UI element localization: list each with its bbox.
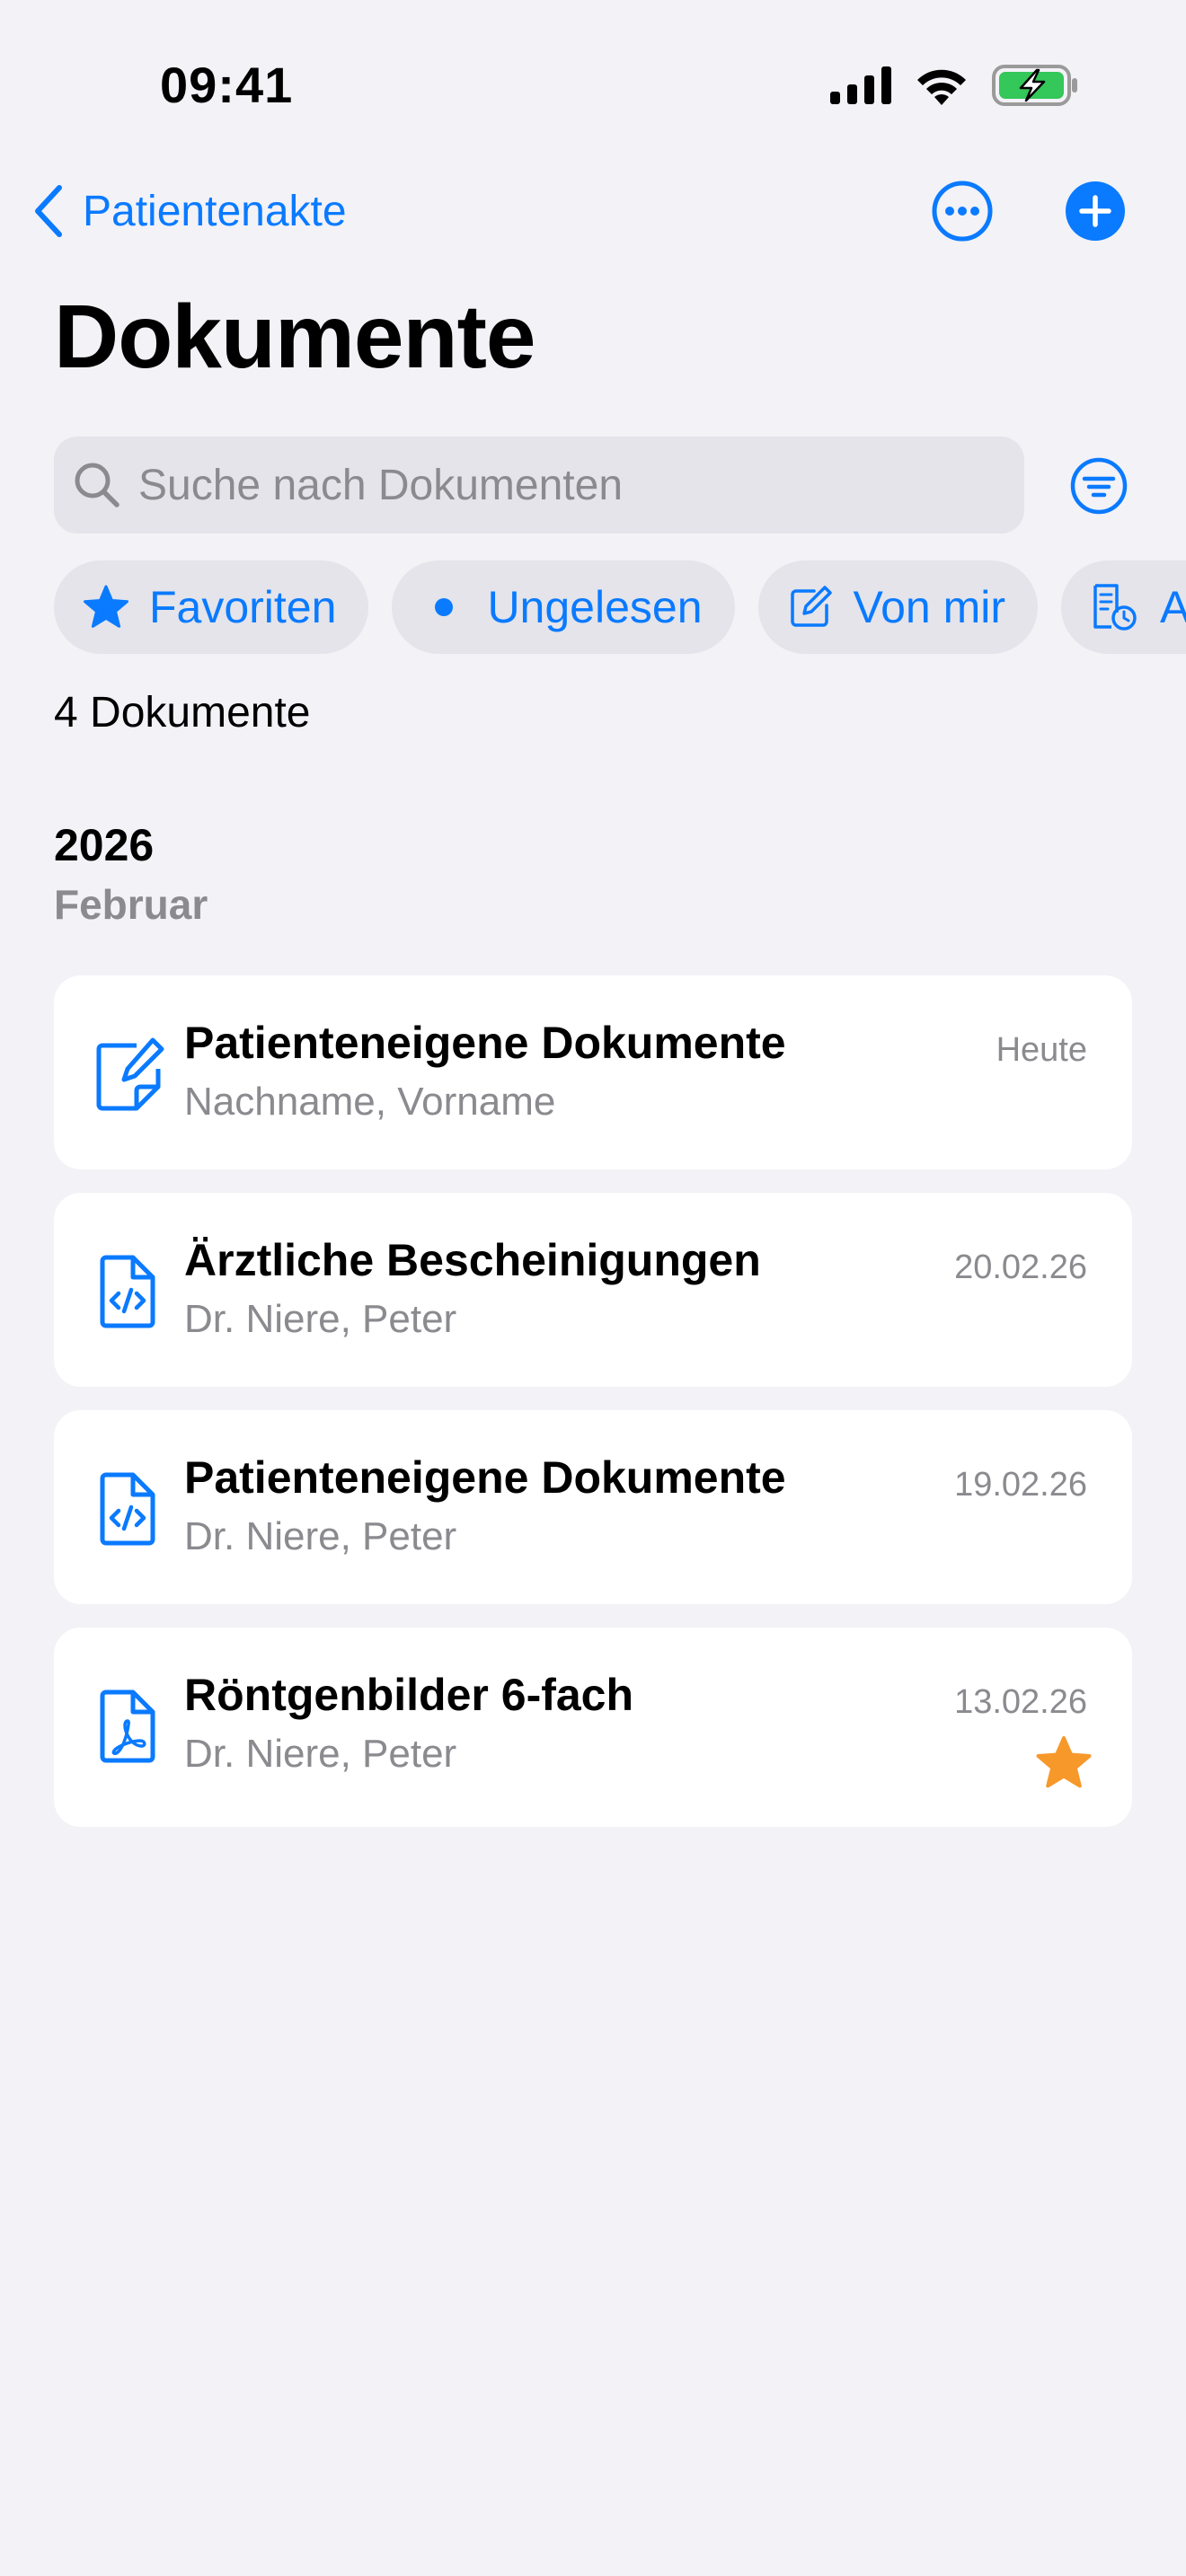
chip-a[interactable]: A: [1061, 560, 1186, 654]
document-date: 20.02.26: [954, 1248, 1087, 1286]
document-title: Patienteneigene Dokumente: [184, 1018, 786, 1068]
chip-ungelesen[interactable]: Ungelesen: [392, 560, 735, 654]
page-title: Dokumente: [54, 287, 536, 387]
chip-label: Ungelesen: [487, 582, 703, 632]
code-document-icon: [100, 1255, 155, 1328]
star-icon: [84, 585, 128, 628]
document-title: Röntgenbilder 6-fach: [184, 1670, 634, 1720]
document-author: Dr. Niere, Peter: [184, 1514, 457, 1558]
back-label: Patientenakte: [83, 187, 347, 235]
chevron-left-icon: [35, 185, 62, 237]
add-document-button[interactable]: [1064, 180, 1127, 243]
chip-label: A: [1160, 582, 1186, 632]
plus-circle-icon: [1066, 181, 1125, 241]
chip-von-mir[interactable]: Von mir: [757, 560, 1039, 654]
filter-chips: Favoriten Ungelesen Von mir A: [54, 560, 1186, 654]
chip-favoriten[interactable]: Favoriten: [54, 560, 369, 654]
section-month: Februar: [54, 881, 208, 928]
document-row[interactable]: Ärztliche Bescheinigungen Dr. Niere, Pet…: [54, 1193, 1132, 1387]
more-options-button[interactable]: [931, 180, 994, 243]
search-input[interactable]: [138, 460, 983, 510]
chip-label: Favoriten: [149, 582, 337, 632]
chip-label: Von mir: [853, 582, 1006, 632]
document-author: Dr. Niere, Peter: [184, 1732, 457, 1776]
dot-icon: [435, 598, 454, 616]
pdf-document-icon: [100, 1689, 155, 1763]
edit-document-icon: [96, 1037, 164, 1111]
status-time: 09:41: [160, 57, 294, 113]
document-date: Heute: [996, 1031, 1087, 1069]
search-icon: [75, 463, 119, 507]
battery-charging-icon: [992, 65, 1077, 106]
filter-button[interactable]: [1069, 456, 1128, 516]
status-icons: [830, 65, 1078, 106]
document-count: 4 Dokumente: [54, 689, 311, 737]
document-title: Ärztliche Bescheinigungen: [184, 1235, 761, 1285]
section-year: 2026: [54, 820, 155, 870]
document-date: 13.02.26: [954, 1683, 1087, 1721]
document-row[interactable]: Patienteneigene Dokumente Dr. Niere, Pet…: [54, 1410, 1132, 1604]
edit-icon: [790, 586, 832, 627]
cellular-signal-icon: [830, 66, 891, 104]
favorite-star-icon: [1036, 1736, 1092, 1788]
document-author: Dr. Niere, Peter: [184, 1297, 457, 1341]
wifi-icon: [917, 69, 966, 105]
ellipsis-circle-icon: [932, 181, 993, 242]
document-list: Patienteneigene Dokumente Nachname, Vorn…: [54, 975, 1132, 1850]
document-author: Nachname, Vorname: [184, 1080, 556, 1124]
back-button[interactable]: Patientenakte: [32, 180, 347, 243]
document-row[interactable]: Patienteneigene Dokumente Nachname, Vorn…: [54, 975, 1132, 1169]
document-date: 19.02.26: [954, 1466, 1087, 1504]
search-bar[interactable]: [54, 437, 1024, 534]
document-title: Patienteneigene Dokumente: [184, 1452, 786, 1503]
documents-screen: 09:41 Patientenakte Dokumente Suche nach…: [0, 0, 1186, 2576]
code-document-icon: [100, 1472, 155, 1546]
filter-circle-icon: [1070, 457, 1128, 515]
document-clock-icon: [1093, 584, 1137, 631]
document-row[interactable]: Röntgenbilder 6-fach Dr. Niere, Peter 13…: [54, 1628, 1132, 1827]
